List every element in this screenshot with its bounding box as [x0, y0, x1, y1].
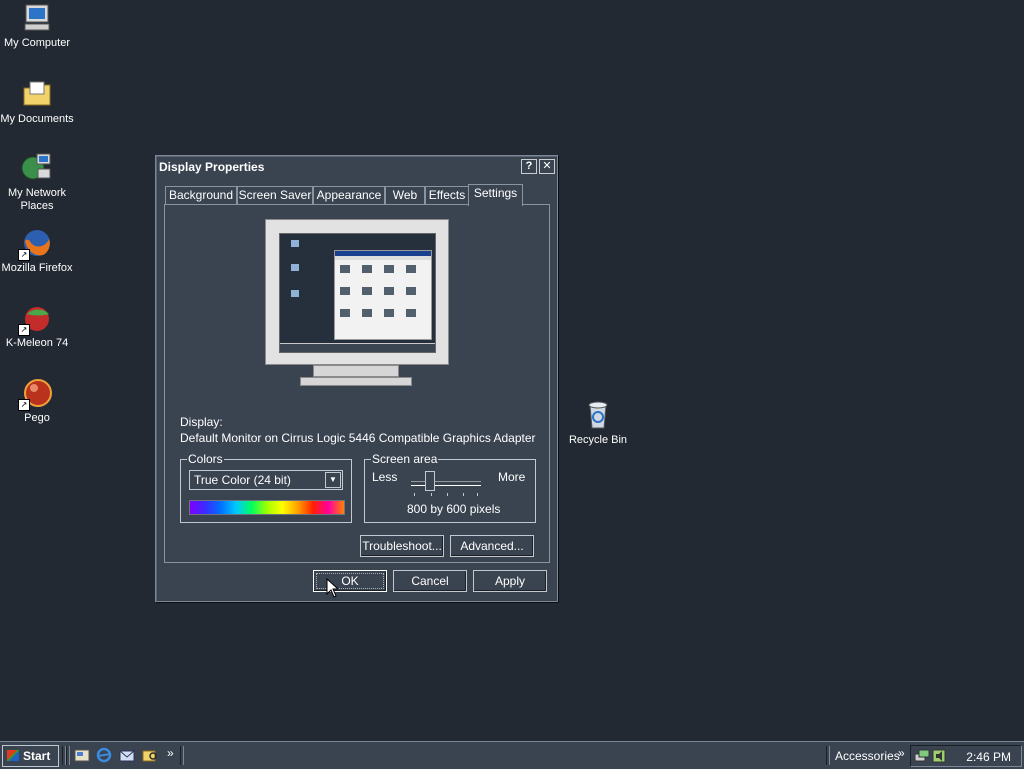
screen-area-slider-thumb[interactable] — [425, 471, 435, 491]
monitor-preview — [265, 219, 449, 389]
desktop-icon-label: K-Meleon 74 — [5, 337, 69, 349]
accessories-more-chevron[interactable]: » — [898, 746, 905, 760]
monitor-bezel — [265, 219, 449, 365]
desktop-icon-label: Pego — [24, 412, 50, 424]
recycle-bin-icon — [582, 399, 614, 431]
network-tray-icon[interactable] — [914, 748, 930, 764]
desktop-icon-my-computer[interactable]: My Computer — [0, 2, 74, 50]
quick-launch-more-chevron[interactable]: » — [167, 746, 174, 760]
colors-select-value: True Color (24 bit) — [194, 473, 291, 487]
tab-effects[interactable]: Effects — [425, 186, 469, 205]
ok-button[interactable]: OK — [313, 570, 387, 592]
shortcut-arrow-icon: ↗ — [18, 324, 30, 336]
firefox-icon: ↗ — [18, 227, 53, 261]
dialog-titlebar[interactable]: Display Properties ? ✕ — [157, 157, 556, 177]
monitor-neck — [313, 365, 399, 377]
pego-icon: ↗ — [18, 377, 53, 411]
desktop-icon-label: My Network Places — [7, 187, 67, 212]
help-button[interactable]: ? — [521, 159, 537, 174]
shortcut-arrow-icon: ↗ — [18, 249, 30, 261]
screen-area-less-label: Less — [372, 470, 398, 484]
shortcut-arrow-icon: ↗ — [18, 399, 30, 411]
screen-area-value: 800 by 600 pixels — [407, 502, 501, 516]
desktop-icon-label: My Documents — [0, 113, 74, 125]
colors-group-title: Colors — [187, 452, 224, 466]
tab-settings[interactable]: Settings — [468, 184, 523, 206]
tab-appearance[interactable]: Appearance — [313, 186, 385, 205]
colors-select[interactable]: True Color (24 bit) ▼ — [189, 470, 343, 490]
show-desktop-icon[interactable] — [74, 747, 90, 763]
mini-desktop-icon — [286, 240, 304, 248]
taskbar-separator — [66, 746, 70, 765]
advanced-button[interactable]: Advanced... — [450, 535, 534, 557]
clock: 2:46 PM — [966, 750, 1011, 764]
slider-tick — [447, 493, 448, 496]
desktop-icon-recycle-bin[interactable]: Recycle Bin — [561, 399, 635, 447]
mini-desktop-icon — [286, 264, 304, 272]
mini-desktop-icon — [286, 290, 304, 298]
accessories-toolbar-label[interactable]: Accessories — [835, 749, 900, 763]
apply-button[interactable]: Apply — [473, 570, 547, 592]
taskbar: Start » Accessories » 2:46 PM — [0, 741, 1024, 769]
mini-taskbar — [280, 343, 435, 352]
color-spectrum-bar — [189, 500, 345, 515]
desktop-icon-firefox[interactable]: ↗ Mozilla Firefox — [0, 227, 74, 275]
taskbar-separator — [180, 746, 184, 765]
internet-explorer-icon[interactable] — [96, 747, 112, 763]
screen-area-slider-track[interactable] — [411, 481, 481, 486]
slider-tick — [431, 493, 432, 496]
windows-flag-icon — [7, 750, 19, 761]
taskbar-separator — [826, 746, 830, 765]
mouse-cursor-icon — [326, 578, 338, 598]
outlook-express-icon[interactable] — [119, 747, 135, 763]
monitor-screen-preview — [279, 233, 436, 353]
display-value: Default Monitor on Cirrus Logic 5446 Com… — [180, 431, 536, 445]
settings-panel: Display: Default Monitor on Cirrus Logic… — [164, 204, 550, 563]
my-documents-icon — [21, 78, 53, 110]
volume-tray-icon[interactable] — [931, 748, 947, 764]
cancel-button[interactable]: Cancel — [393, 570, 467, 592]
start-button[interactable]: Start — [2, 745, 59, 767]
dialog-title: Display Properties — [159, 160, 265, 174]
slider-tick — [463, 493, 464, 496]
start-label: Start — [23, 749, 51, 763]
screen-area-more-label: More — [498, 470, 526, 484]
display-properties-dialog: Display Properties ? ✕ Background Screen… — [155, 155, 558, 602]
mini-window-preview — [334, 250, 432, 340]
monitor-stand — [300, 377, 412, 386]
tab-web[interactable]: Web — [385, 186, 425, 205]
tab-screen-saver[interactable]: Screen Saver — [237, 186, 313, 205]
system-tray: 2:46 PM — [910, 745, 1022, 767]
desktop-icon-label: Recycle Bin — [568, 434, 628, 446]
desktop-icon-k-meleon[interactable]: ↗ K-Meleon 74 — [0, 302, 74, 350]
close-button[interactable]: ✕ — [539, 159, 555, 174]
k-meleon-icon: ↗ — [18, 302, 53, 336]
chevron-down-icon[interactable]: ▼ — [325, 472, 341, 488]
explorer-icon[interactable] — [142, 747, 158, 763]
slider-tick — [477, 493, 478, 496]
my-computer-icon — [21, 2, 53, 34]
colors-group: Colors True Color (24 bit) ▼ — [180, 452, 352, 523]
network-places-icon — [21, 152, 53, 184]
desktop-icon-network-places[interactable]: My Network Places — [0, 152, 74, 213]
slider-tick — [414, 493, 415, 496]
desktop-icon-pego[interactable]: ↗ Pego — [0, 377, 74, 425]
screen-area-group-title: Screen area — [371, 452, 439, 466]
screen-area-group: Screen area Less More 800 by 600 pixels — [364, 452, 536, 523]
display-label: Display: — [180, 415, 223, 429]
desktop-icon-label: My Computer — [3, 37, 71, 49]
troubleshoot-button[interactable]: Troubleshoot... — [360, 535, 444, 557]
desktop-icon-my-documents[interactable]: My Documents — [0, 78, 74, 126]
desktop-icon-label: Mozilla Firefox — [1, 262, 73, 274]
tab-background[interactable]: Background — [165, 186, 237, 205]
